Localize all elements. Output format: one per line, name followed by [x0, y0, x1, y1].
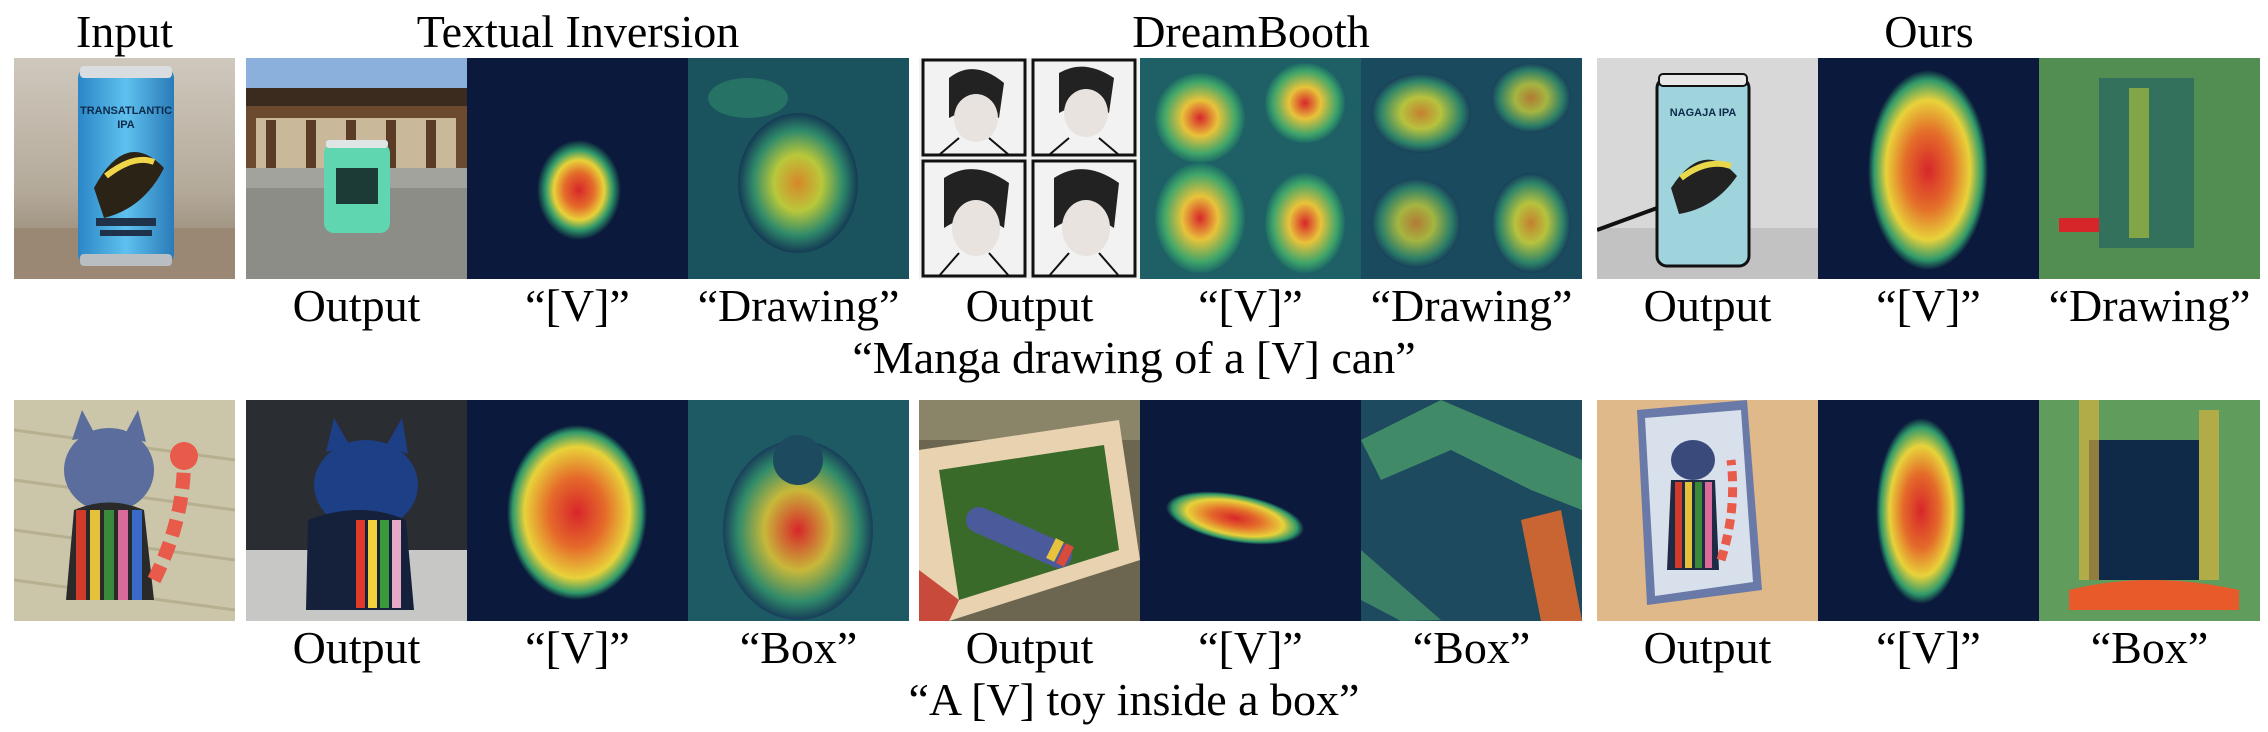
dreambooth-word-heatmap-2	[1361, 400, 1582, 621]
header-dreambooth: DreamBooth	[1132, 6, 1370, 57]
ours-output-box	[1597, 400, 1818, 621]
prompt-row-2: “A [V] toy inside a box”	[908, 674, 1360, 725]
dreambooth-token-heatmap	[1140, 58, 1361, 279]
caption-ours-word-1: “Drawing”	[2048, 280, 2251, 331]
textual-inversion-token-heatmap	[467, 58, 688, 279]
caption-db-output-1: Output	[965, 280, 1094, 331]
header-input: Input	[75, 6, 174, 57]
caption-ours-word-2: “Box”	[2090, 622, 2209, 673]
header-textual-inversion: Textual Inversion	[416, 6, 740, 57]
caption-ti-word-2: “Box”	[739, 622, 858, 673]
caption-db-output-2: Output	[965, 622, 1094, 673]
caption-ti-token-1: “[V]”	[525, 280, 630, 331]
dreambooth-word-heatmap	[1361, 58, 1582, 279]
ours-token-heatmap	[1818, 58, 2039, 279]
caption-ti-output-2: Output	[292, 622, 421, 673]
textual-inversion-word-heatmap-2	[688, 400, 909, 621]
caption-ti-token-2: “[V]”	[525, 622, 630, 673]
can-label-subtext: IPA	[117, 119, 135, 131]
caption-ours-output-2: Output	[1643, 622, 1772, 673]
input-cat-toy-image	[14, 400, 235, 621]
caption-db-word-2: “Box”	[1412, 622, 1531, 673]
ours-word-heatmap-2	[2039, 400, 2260, 621]
caption-ti-word-1: “Drawing”	[697, 280, 900, 331]
ours-word-heatmap	[2039, 58, 2260, 279]
caption-ours-output-1: Output	[1643, 280, 1772, 331]
dreambooth-token-heatmap-2	[1140, 400, 1361, 621]
ours-output-manga-can: NAGAJA IPA	[1597, 58, 1818, 279]
manga-can-label: NAGAJA IPA	[1670, 107, 1737, 119]
caption-db-token-1: “[V]”	[1198, 280, 1303, 331]
caption-db-word-1: “Drawing”	[1370, 280, 1573, 331]
textual-inversion-word-heatmap	[688, 58, 909, 279]
caption-ti-output-1: Output	[292, 280, 421, 331]
textual-inversion-token-heatmap-2	[467, 400, 688, 621]
caption-db-token-2: “[V]”	[1198, 622, 1303, 673]
caption-ours-token-2: “[V]”	[1876, 622, 1981, 673]
textual-inversion-output-can	[246, 58, 467, 279]
dreambooth-output-manga	[919, 58, 1140, 279]
dreambooth-output-box	[919, 400, 1140, 621]
textual-inversion-output-cat	[246, 400, 467, 621]
caption-ours-token-1: “[V]”	[1876, 280, 1981, 331]
can-label-text: TRANSATLANTIC	[80, 105, 172, 117]
ours-token-heatmap-2	[1818, 400, 2039, 621]
header-ours: Ours	[1884, 6, 1974, 57]
input-can-image: TRANSATLANTIC IPA	[14, 58, 235, 279]
prompt-row-1: “Manga drawing of a [V] can”	[852, 332, 1416, 383]
